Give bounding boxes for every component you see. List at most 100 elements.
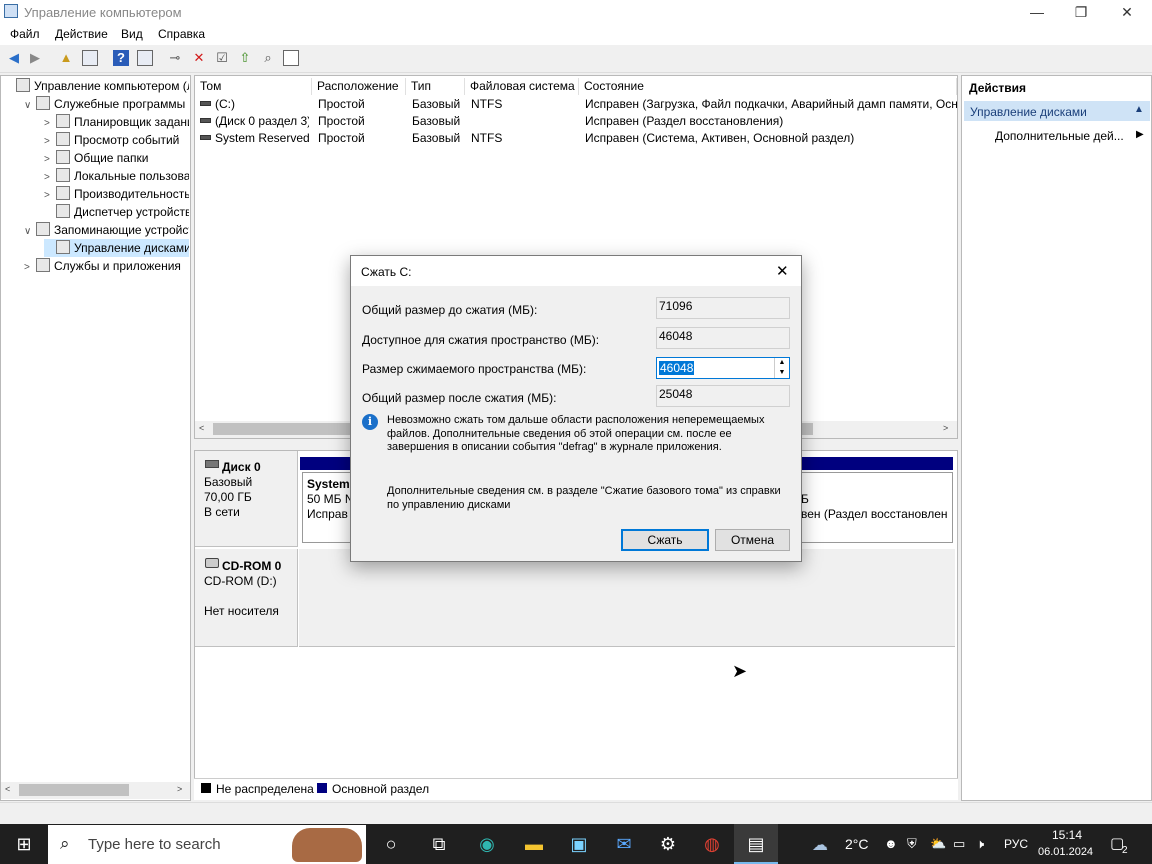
delete-icon[interactable]: ✕	[191, 50, 207, 66]
expand-chevron-icon[interactable]: ∨	[24, 223, 36, 239]
dialog-close-button[interactable]: ✕	[776, 262, 789, 280]
menu-help[interactable]: Справка	[158, 27, 205, 41]
tree-item[interactable]: > Службы и приложения	[24, 257, 189, 275]
details-icon[interactable]	[283, 50, 299, 66]
menu-file[interactable]: Файл	[10, 27, 40, 41]
menu-view[interactable]: Вид	[121, 27, 143, 41]
volume-cell[interactable]: Исправен (Раздел восстановления)	[585, 113, 957, 130]
import-icon[interactable]: ⇧	[237, 50, 253, 66]
col-filesystem[interactable]: Файловая система	[465, 78, 579, 95]
task-view-icon[interactable]: ⧉	[417, 824, 461, 864]
volume-cell[interactable]	[471, 113, 581, 130]
menu-action[interactable]: Действие	[55, 27, 108, 41]
language-indicator[interactable]: РУС	[1004, 837, 1028, 851]
col-layout[interactable]: Расположение	[312, 78, 406, 95]
expand-chevron-icon[interactable]: >	[44, 151, 56, 167]
cortana-icon[interactable]: ○	[369, 824, 413, 864]
weather-icon[interactable]: ☁	[812, 835, 828, 855]
expand-chevron-icon[interactable]: >	[24, 259, 36, 275]
tree-item[interactable]: Управление компьютером (л	[4, 77, 189, 95]
show-hide-tree-icon[interactable]	[82, 50, 98, 66]
volume-cell[interactable]: Исправен (Загрузка, Файл подкачки, Авари…	[585, 96, 957, 113]
clock-time[interactable]: 15:14	[1052, 828, 1082, 842]
volume-cell[interactable]: Базовый	[412, 130, 467, 147]
expand-chevron-icon[interactable]: >	[44, 187, 56, 203]
tree-item[interactable]: ∨ Запоминающие устройст	[24, 221, 189, 239]
forward-arrow-icon[interactable]: ▶	[27, 50, 43, 66]
scroll-right-icon[interactable]: >	[943, 423, 948, 433]
scroll-right-icon[interactable]: >	[177, 784, 182, 794]
collapse-icon[interactable]: ▲	[1134, 104, 1144, 115]
shrink-size-input[interactable]: 46048 ▲ ▼	[656, 357, 790, 379]
tree-item[interactable]: > Планировщик заданий	[44, 113, 189, 131]
connect-icon[interactable]: ⊸	[167, 50, 183, 66]
tree-item[interactable]: Диспетчер устройств	[44, 203, 189, 221]
volume-cell[interactable]: Простой	[318, 96, 408, 113]
minimize-button[interactable]: —	[1014, 0, 1060, 24]
volume-cell[interactable]: NTFS	[471, 130, 581, 147]
computer-management-taskbar-icon[interactable]: ▤	[734, 824, 778, 864]
tree-item-label: Производительность	[74, 187, 189, 201]
actions-title: Действия	[969, 81, 1027, 95]
volume-cell[interactable]: NTFS	[471, 96, 581, 113]
scroll-left-icon[interactable]: <	[5, 784, 10, 794]
onedrive-icon[interactable]: ⛅	[930, 836, 946, 852]
search-icon[interactable]: ⌕	[260, 50, 276, 66]
tree-item[interactable]: ∨ Служебные программы	[24, 95, 189, 113]
store-icon[interactable]: ▣	[557, 824, 601, 864]
volume-cell[interactable]: (Диск 0 раздел 3)	[215, 113, 309, 130]
start-button[interactable]: ⊞	[2, 824, 46, 864]
col-type[interactable]: Тип	[406, 78, 465, 95]
expand-chevron-icon[interactable]: >	[44, 133, 56, 149]
volume-muted-icon[interactable]: 🕨	[976, 836, 984, 852]
clock-date[interactable]: 06.01.2024	[1038, 846, 1093, 858]
security-icon[interactable]: ⛨	[907, 836, 917, 852]
file-explorer-icon[interactable]: ▬	[512, 824, 556, 864]
cancel-button[interactable]: Отмена	[715, 529, 790, 551]
volume-cell[interactable]: Исправен (Система, Активен, Основной раз…	[585, 130, 957, 147]
disk-icon	[205, 460, 219, 468]
col-status[interactable]: Состояние	[579, 78, 957, 95]
tree-item[interactable]: > Производительность	[44, 185, 189, 203]
cdrom-name: CD-ROM 0	[222, 559, 282, 573]
scroll-left-icon[interactable]: <	[199, 423, 204, 433]
shrink-button[interactable]: Сжать	[621, 529, 709, 551]
tree-item[interactable]: > Локальные пользовате	[44, 167, 189, 185]
mail-icon[interactable]: ✉	[602, 824, 646, 864]
volume-cell[interactable]: Базовый	[412, 113, 467, 130]
volume-cell[interactable]: (C:)	[215, 96, 309, 113]
volume-cell[interactable]: Базовый	[412, 96, 467, 113]
cdrom-area[interactable]	[299, 549, 955, 647]
help-icon[interactable]: ?	[113, 50, 129, 66]
expand-chevron-icon[interactable]: >	[44, 115, 56, 131]
folder-up-icon[interactable]: ▲	[58, 50, 74, 66]
scroll-thumb[interactable]	[19, 784, 129, 796]
volume-cell[interactable]: Простой	[318, 130, 408, 147]
col-volume[interactable]: Том	[195, 78, 312, 95]
chrome-icon[interactable]: ◍	[690, 824, 734, 864]
checklist-icon[interactable]: ☑	[214, 50, 230, 66]
tree-horizontal-scrollbar[interactable]: < >	[1, 782, 190, 799]
tree-item[interactable]: > Общие папки	[44, 149, 189, 167]
volume-cell[interactable]: System Reserved	[215, 130, 309, 147]
expand-chevron-icon[interactable]: ∨	[24, 97, 36, 113]
maximize-button[interactable]: ❐	[1058, 0, 1104, 24]
temperature[interactable]: 2°C	[845, 836, 869, 852]
volume-cell[interactable]: Простой	[318, 113, 408, 130]
network-icon[interactable]: ▭	[953, 836, 965, 852]
more-actions-link[interactable]: Дополнительные дей...	[995, 129, 1124, 143]
people-icon[interactable]: ☻	[884, 836, 898, 851]
tree-item[interactable]: > Просмотр событий	[44, 131, 189, 149]
expand-chevron-icon[interactable]: >	[44, 169, 56, 185]
shrink-size-value: 46048	[659, 361, 695, 375]
spin-up-icon[interactable]: ▲	[774, 358, 789, 368]
back-arrow-icon[interactable]: ◀	[6, 50, 22, 66]
legend-swatch-primary	[317, 783, 327, 793]
edge-icon[interactable]: ◉	[465, 824, 509, 864]
close-button[interactable]: ✕	[1104, 0, 1150, 24]
spin-down-icon[interactable]: ▼	[774, 368, 789, 378]
settings-gear-icon[interactable]: ⚙	[646, 824, 690, 864]
tree-item[interactable]: Управление дисками	[44, 239, 189, 257]
total-before-label: Общий размер до сжатия (МБ):	[362, 303, 538, 317]
properties-icon[interactable]	[137, 50, 153, 66]
